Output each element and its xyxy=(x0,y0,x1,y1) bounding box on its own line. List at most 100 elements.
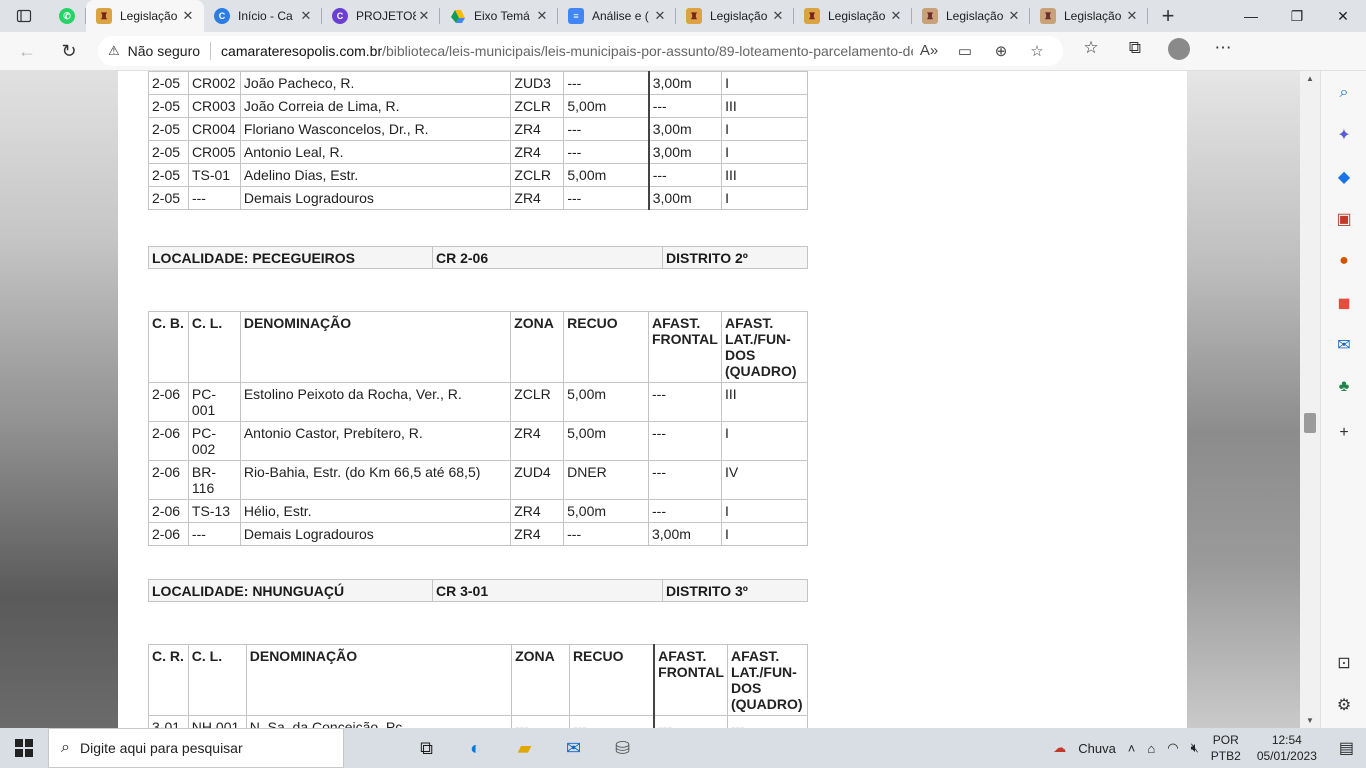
close-window-button[interactable]: ✕ xyxy=(1320,0,1366,32)
office-icon[interactable]: ◼ xyxy=(1332,291,1356,315)
site-crest-icon: ♜ xyxy=(1040,8,1056,24)
network-drive-icon[interactable]: ⛁ xyxy=(598,728,647,768)
weather-icon[interactable]: ☁ xyxy=(1047,740,1072,756)
close-tab-icon[interactable]: ✕ xyxy=(652,8,668,24)
weather-label[interactable]: Chuva xyxy=(1072,741,1122,756)
taskbar-search-box[interactable]: ⌕ Digite aqui para pesquisar xyxy=(48,728,344,768)
outlook-icon[interactable]: ✉ xyxy=(1332,333,1356,357)
zoom-icon[interactable]: ⊕ xyxy=(985,42,1017,60)
collections-icon[interactable]: ⧉ xyxy=(1113,38,1157,65)
new-tab-button[interactable]: + xyxy=(1148,0,1188,32)
settings-icon[interactable]: ⚙ xyxy=(1332,693,1356,717)
table-cell: --- xyxy=(187,522,241,546)
scroll-down-icon[interactable]: ▼ xyxy=(1300,716,1320,725)
tab-1[interactable]: ♜ Legislação ✕ xyxy=(86,0,204,32)
close-tab-icon[interactable]: ✕ xyxy=(1124,8,1140,24)
table-cell: --- xyxy=(647,94,723,118)
tree-icon[interactable]: ♣ xyxy=(1332,375,1356,399)
table-cell: --- xyxy=(648,460,722,500)
clock-date: 05/01/2023 xyxy=(1256,749,1317,763)
table-row: 2-05 --- Demais Logradouros ZR4 --- 3,00m I xyxy=(148,186,808,210)
search-icon[interactable]: ⌕ xyxy=(1332,81,1356,105)
tools-icon[interactable]: ▣ xyxy=(1332,207,1356,231)
profile-button[interactable] xyxy=(1157,37,1201,65)
tab-8[interactable]: ♜ Legislação ✕ xyxy=(912,0,1030,32)
mail-icon[interactable]: ✉ xyxy=(549,728,598,768)
network-icon[interactable]: ⌂ xyxy=(1141,741,1161,756)
table-cell: III xyxy=(720,382,809,422)
tab-title: Legislação xyxy=(1064,9,1122,23)
browser-toolbar: ← ↻ ⚠ Não seguro camarateresopolis.com.b… xyxy=(0,32,1366,71)
close-tab-icon[interactable]: ✕ xyxy=(1006,8,1022,24)
table-header-row: C. B. C. L. DENOMINAÇÃO ZONA RECUO AFAST. FRO… xyxy=(148,311,809,383)
table-cell: --- xyxy=(726,715,809,728)
volume-muted-icon[interactable]: 🔇︎ xyxy=(1185,740,1205,756)
more-options-icon[interactable]: ⋯ xyxy=(1201,38,1245,65)
table-cell: ZCLR xyxy=(510,382,565,422)
clock[interactable]: 12:54 05/01/2023 xyxy=(1247,732,1327,764)
address-bar[interactable]: ⚠ Não seguro camarateresopolis.com.br/bi… xyxy=(98,36,1063,66)
shopping-icon[interactable]: ◆ xyxy=(1332,165,1356,189)
close-tab-icon[interactable]: ✕ xyxy=(180,8,196,24)
table-cell: ZUD4 xyxy=(510,460,565,500)
table-cell: --- xyxy=(653,715,728,728)
scrollbar-thumb[interactable] xyxy=(1304,413,1316,433)
table-cell: 3,00m xyxy=(647,117,723,141)
tab-actions-button[interactable] xyxy=(0,0,48,32)
table-cell: --- xyxy=(648,382,722,422)
scroll-up-icon[interactable]: ▲ xyxy=(1300,74,1320,83)
task-view-icon[interactable]: ⧉ xyxy=(402,728,451,768)
tab-7[interactable]: ♜ Legislação ✕ xyxy=(794,0,912,32)
table-cell: ZR4 xyxy=(510,140,565,164)
wifi-icon[interactable]: ◠ xyxy=(1161,740,1184,756)
table-cell: IV xyxy=(720,460,809,500)
close-tab-icon[interactable]: ✕ xyxy=(534,8,550,24)
table-cell: João Correia de Lima, R. xyxy=(239,94,512,118)
security-label[interactable]: Não seguro xyxy=(128,43,200,59)
table-cell: 3,00m xyxy=(647,71,723,95)
edge-icon[interactable]: ◐ xyxy=(451,728,500,768)
close-tab-icon[interactable]: ✕ xyxy=(416,8,432,24)
add-icon[interactable]: + xyxy=(1332,421,1356,445)
table-cell: TS-01 xyxy=(187,163,241,187)
tab-0[interactable]: ✆ xyxy=(48,0,86,32)
page-scrollbar[interactable]: ▲ ▼ xyxy=(1300,71,1320,728)
restore-button[interactable]: ❐ xyxy=(1274,0,1320,32)
tab-title: Início - Ca xyxy=(238,9,293,23)
table-cell: Adelino Dias, Estr. xyxy=(239,163,512,187)
add-favorite-icon[interactable]: ☆ xyxy=(1021,42,1053,60)
table-row: 2-06 PC-001 Estolino Peixoto da Rocha, Ver… xyxy=(148,382,809,422)
table-cell: TS-13 xyxy=(187,499,241,523)
table-row: 2-05 CR005 Antonio Leal, R. ZR4 --- 3,00m I xyxy=(148,140,808,164)
table-cell: 2-06 xyxy=(148,499,189,523)
favorites-icon[interactable]: ☆ xyxy=(1069,38,1113,65)
immersive-reader-icon[interactable]: ▭ xyxy=(949,42,981,60)
split-screen-icon[interactable]: ⊡ xyxy=(1332,651,1356,675)
read-aloud-icon[interactable]: A» xyxy=(913,42,945,60)
games-icon[interactable]: ● xyxy=(1332,249,1356,273)
copilot-icon[interactable]: ✦ xyxy=(1332,123,1356,147)
close-tab-icon[interactable]: ✕ xyxy=(298,8,314,24)
locality-header-nhunguacu: LOCALIDADE: NHUNGUAÇÚ CR 3-01 DISTRITO 3… xyxy=(148,579,808,602)
minimize-button[interactable]: — xyxy=(1228,0,1274,32)
tab-5[interactable]: ≡ Análise e ( ✕ xyxy=(558,0,676,32)
url-text[interactable]: camarateresopolis.com.br/biblioteca/leis… xyxy=(221,43,913,59)
tab-6[interactable]: ♜ Legislação ✕ xyxy=(676,0,794,32)
table-cell: III xyxy=(721,94,808,118)
language-indicator[interactable]: POR PTB2 xyxy=(1205,732,1247,764)
start-button[interactable] xyxy=(0,728,48,768)
tab-9[interactable]: ♜ Legislação ✕ xyxy=(1030,0,1148,32)
close-tab-icon[interactable]: ✕ xyxy=(888,8,904,24)
table-cell: NH.001 xyxy=(187,715,247,728)
tab-2[interactable]: C Início - Ca ✕ xyxy=(204,0,322,32)
refresh-button[interactable]: ↻ xyxy=(48,35,90,67)
tab-3[interactable]: C PROJETO8 ✕ xyxy=(322,0,440,32)
table-row: 2-06 PC-002 Antonio Castor, Prebítero, R. Z… xyxy=(148,421,809,461)
tab-4[interactable]: Eixo Temá ✕ xyxy=(440,0,558,32)
column-header: RECUO xyxy=(568,644,655,716)
notifications-icon[interactable]: ▤ xyxy=(1327,738,1366,758)
file-explorer-icon[interactable]: ▰ xyxy=(500,728,549,768)
chevron-up-icon[interactable]: ˄ xyxy=(1122,741,1142,756)
back-button[interactable]: ← xyxy=(6,35,48,67)
close-tab-icon[interactable]: ✕ xyxy=(770,8,786,24)
